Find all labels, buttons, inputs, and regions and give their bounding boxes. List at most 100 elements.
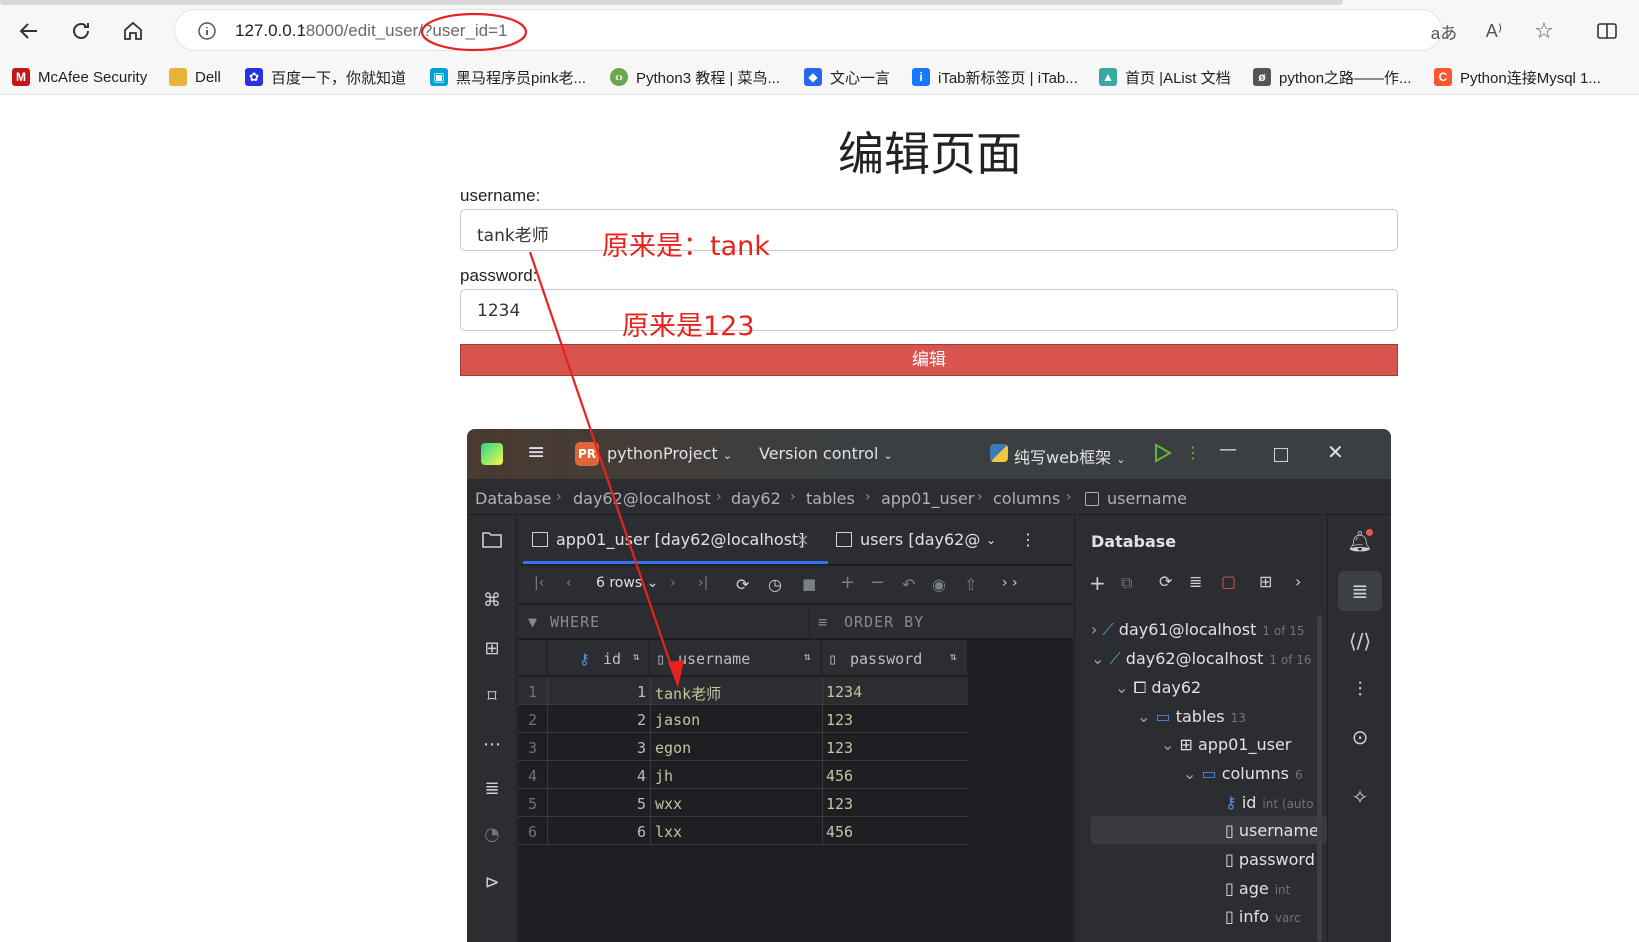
close-tab-icon[interactable]: ×: [796, 530, 809, 549]
translate-button[interactable]: aあ: [1427, 14, 1461, 48]
read-aloud-button[interactable]: A⁾: [1477, 14, 1511, 48]
bookmark-bilibili[interactable]: ▣ 黑马程序员pink老...: [430, 65, 586, 89]
structure-button[interactable]: ⊞: [479, 635, 505, 661]
database-tool-button[interactable]: ≣: [1346, 577, 1374, 605]
ai-assistant-button[interactable]: ✧: [1346, 783, 1374, 811]
services-tool-button[interactable]: ⊙: [1346, 723, 1374, 751]
next-page-icon[interactable]: ›: [670, 575, 676, 591]
prev-page-icon[interactable]: ‹: [566, 575, 572, 591]
project-selector[interactable]: pythonProject ⌄: [607, 444, 732, 463]
edit-submit-button[interactable]: 编辑: [460, 344, 1398, 376]
services-button[interactable]: ≣: [479, 775, 505, 801]
tree-table-app01-user[interactable]: ⌄ ⊞ app01_user: [1161, 735, 1291, 754]
preview-icon[interactable]: ◉: [932, 575, 946, 594]
bookmark-alist[interactable]: ▲ 首页 |AList 文档: [1099, 65, 1231, 89]
breadcrumb-tables[interactable]: tables: [806, 489, 855, 508]
submit-icon[interactable]: ⇧: [964, 575, 977, 594]
run-button[interactable]: [1151, 442, 1173, 464]
disconnect-icon[interactable]: ▢: [1221, 572, 1236, 591]
toolbar-overflow-icon[interactable]: › ›: [1002, 575, 1018, 591]
more-tools-button[interactable]: ⋯: [479, 731, 505, 757]
bookmark-python-road[interactable]: ø python之路——作...: [1253, 65, 1412, 89]
tree-columns[interactable]: ⌄ ▭ columns 6: [1183, 764, 1303, 783]
tree-schema-day62[interactable]: ⌄ ⧠ day62: [1115, 678, 1201, 698]
bookmarks-button[interactable]: ⌑: [479, 683, 505, 709]
favorite-button[interactable]: ☆: [1527, 14, 1561, 48]
split-screen-button[interactable]: [1590, 14, 1624, 48]
add-row-icon[interactable]: +: [840, 572, 855, 593]
stop-icon[interactable]: ■: [802, 575, 816, 593]
add-datasource-icon[interactable]: +: [1089, 571, 1106, 595]
notifications-button[interactable]: 🔔︎: [1346, 527, 1374, 555]
password-input[interactable]: 1234: [460, 289, 1398, 331]
run-tool-button[interactable]: ⊳: [479, 869, 505, 895]
main-menu-icon[interactable]: ≡: [527, 442, 549, 465]
breadcrumb-schema[interactable]: day62: [731, 489, 781, 508]
tabs-dropdown-icon[interactable]: ⌄: [986, 533, 996, 547]
debug-button[interactable]: ⋮: [1185, 443, 1201, 462]
db-overflow-icon[interactable]: ›: [1295, 572, 1301, 591]
site-info-icon[interactable]: [197, 21, 217, 41]
tree-scrollbar[interactable]: [1317, 615, 1322, 942]
table-row[interactable]: 2 2 jason 123: [518, 705, 968, 733]
tab-more-icon[interactable]: ⋮: [1020, 530, 1036, 549]
bookmark-mcafee[interactable]: M McAfee Security: [12, 65, 147, 89]
address-bar[interactable]: 127.0.0.1 :8000/edit_user/?user_id=1: [174, 9, 1442, 52]
tree-tables[interactable]: ⌄ ▭ tables 13: [1137, 707, 1246, 726]
copy-icon[interactable]: ⧉: [1121, 573, 1132, 593]
table-row[interactable]: 6 6 lxx 456: [518, 817, 968, 845]
tab-app01-user[interactable]: app01_user [day62@localhost]: [556, 530, 805, 549]
rows-selector[interactable]: 6 rows ⌄: [596, 575, 658, 591]
history-icon[interactable]: ◷: [768, 575, 782, 594]
table-row[interactable]: 3 3 egon 123: [518, 733, 968, 761]
bookmark-dell[interactable]: Dell: [169, 65, 221, 89]
tree-column-username[interactable]: ▯ username: [1225, 821, 1319, 840]
column-header-id[interactable]: ⚷ id ⇅: [547, 640, 650, 676]
maximize-button[interactable]: [1274, 448, 1288, 462]
back-button[interactable]: [12, 14, 46, 48]
bookmark-csdn[interactable]: C Python连接Mysql 1...: [1434, 65, 1601, 89]
vcs-selector[interactable]: Version control ⌄: [759, 444, 893, 463]
table-view-icon[interactable]: ⊞: [1259, 572, 1272, 591]
reload-button[interactable]: [64, 14, 98, 48]
run-config-selector[interactable]: 纯写web框架 ⌄: [1014, 444, 1125, 468]
endpoints-button[interactable]: ⟨/⟩: [1346, 627, 1374, 655]
tree-column-info[interactable]: ▯ info varc: [1225, 907, 1301, 926]
breadcrumb-column[interactable]: username: [1107, 489, 1187, 508]
revert-icon[interactable]: ↶: [902, 575, 915, 594]
tree-column-age[interactable]: ▯ age int: [1225, 879, 1290, 898]
table-row[interactable]: 1 1 tank老师 1234: [518, 677, 968, 705]
refresh-icon[interactable]: ⟳: [736, 575, 749, 594]
profiler-button[interactable]: ◔: [479, 821, 505, 847]
breadcrumb-columns[interactable]: columns: [993, 489, 1060, 508]
home-button[interactable]: [116, 14, 150, 48]
table-row[interactable]: 4 4 jh 456: [518, 761, 968, 789]
breadcrumb-database[interactable]: Database: [475, 489, 551, 508]
tree-column-password[interactable]: ▯ password: [1225, 850, 1315, 869]
project-tool-button[interactable]: [479, 527, 505, 553]
order-by-filter[interactable]: ORDER BY: [844, 613, 924, 631]
username-input[interactable]: tank老师: [460, 209, 1398, 251]
python-console-button[interactable]: ⌘: [479, 587, 505, 613]
where-filter[interactable]: WHERE: [550, 613, 600, 631]
minimize-button[interactable]: —: [1219, 439, 1237, 460]
tab-users[interactable]: users [day62@: [860, 530, 980, 549]
tree-column-id[interactable]: ⚷ id int (auto: [1225, 793, 1314, 812]
breadcrumb-table[interactable]: app01_user: [881, 489, 974, 508]
tree-day62[interactable]: ⌄ ⟋ day62@localhost 1 of 16: [1091, 649, 1312, 669]
table-row[interactable]: 5 5 wxx 123: [518, 789, 968, 817]
sciview-button[interactable]: ⫶: [1346, 675, 1374, 703]
bookmark-baidu[interactable]: ✿ 百度一下，你就知道: [245, 65, 406, 89]
bookmark-runoob[interactable]: ‹› Python3 教程 | 菜鸟...: [610, 65, 780, 89]
last-page-icon[interactable]: ›|: [698, 575, 708, 591]
delete-row-icon[interactable]: −: [870, 572, 885, 593]
column-header-username[interactable]: ▯ username ⇅: [650, 640, 822, 676]
db-properties-icon[interactable]: ≣: [1189, 572, 1202, 591]
bookmark-itab[interactable]: i iTab新标签页 | iTab...: [912, 65, 1078, 89]
bookmark-wenxin[interactable]: ◆ 文心一言: [804, 65, 890, 89]
tree-day61[interactable]: › ⟋ day61@localhost 1 of 15: [1091, 620, 1305, 640]
db-refresh-icon[interactable]: ⟳: [1159, 572, 1172, 591]
close-window-button[interactable]: ✕: [1327, 440, 1344, 464]
breadcrumb-datasource[interactable]: day62@localhost: [573, 489, 711, 508]
first-page-icon[interactable]: |‹: [534, 575, 544, 591]
